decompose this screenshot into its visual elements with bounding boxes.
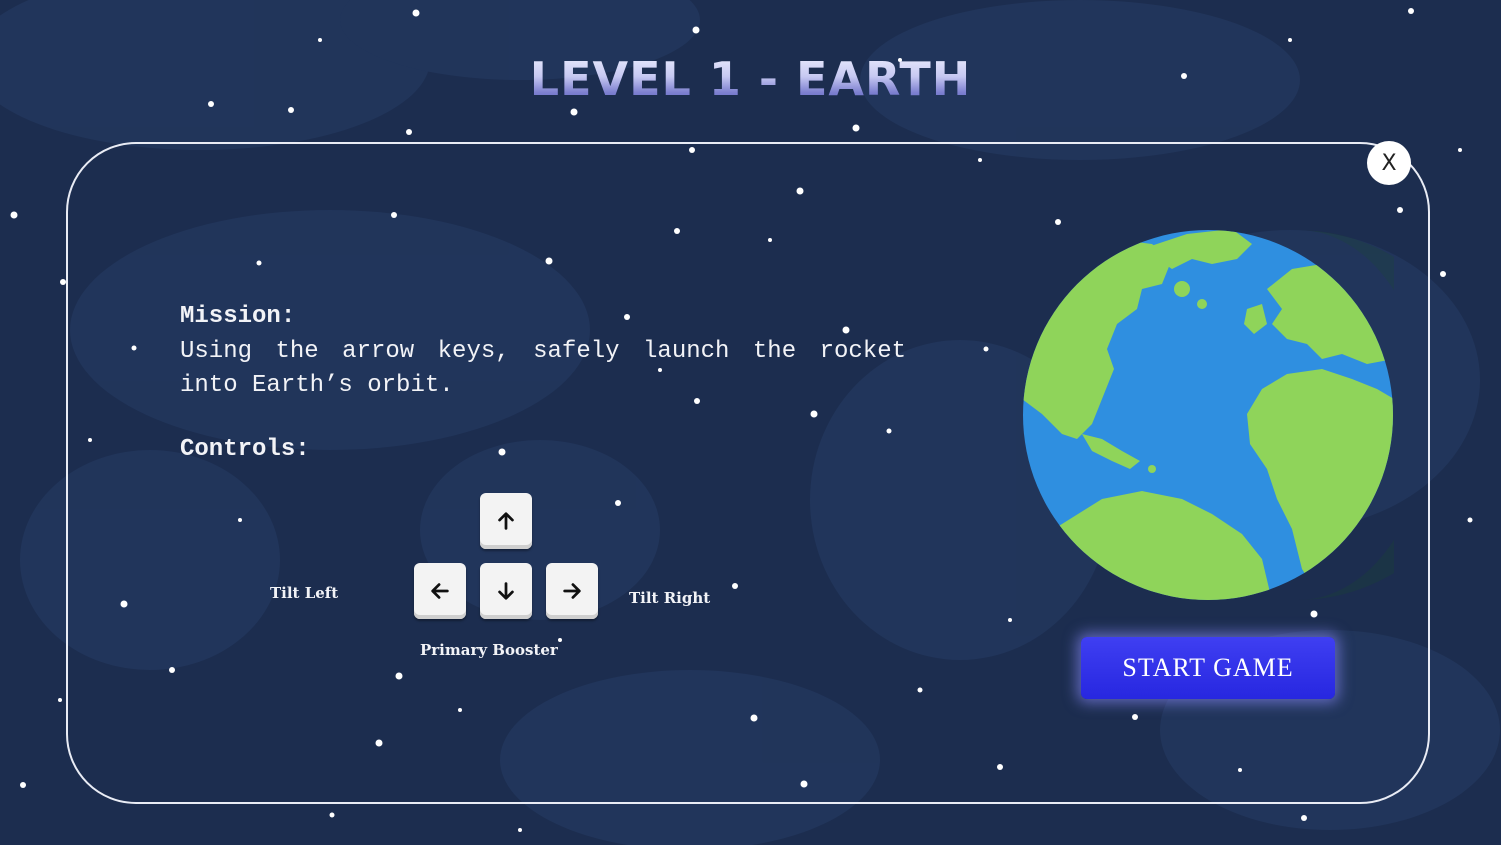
earth-globe: [1023, 230, 1394, 600]
down-arrow-key[interactable]: [480, 563, 532, 619]
down-arrow-icon: [498, 582, 514, 600]
primary-booster-label: Primary Booster: [420, 641, 558, 659]
tilt-left-label: Tilt Left: [270, 584, 339, 602]
right-arrow-key[interactable]: [546, 563, 598, 619]
right-arrow-icon: [563, 583, 581, 599]
up-arrow-icon: [498, 512, 514, 530]
controls-heading: Controls:: [180, 436, 310, 463]
close-button[interactable]: X: [1367, 141, 1411, 185]
mission-text: Using the arrow keys, safely launch the …: [180, 338, 906, 399]
close-label: X: [1381, 150, 1397, 176]
game-scene: LEVEL 1 - EARTH X Mission: Using the arr…: [0, 0, 1501, 845]
up-arrow-key[interactable]: [480, 493, 532, 549]
mission-heading: Mission:: [180, 303, 296, 330]
tilt-right-label: Tilt Right: [629, 589, 711, 607]
left-arrow-key[interactable]: [414, 563, 466, 619]
left-arrow-icon: [431, 583, 449, 599]
start-game-label: START GAME: [1122, 653, 1294, 682]
start-game-button[interactable]: START GAME: [1081, 637, 1335, 699]
level-title: LEVEL 1 - EARTH: [0, 52, 1501, 106]
